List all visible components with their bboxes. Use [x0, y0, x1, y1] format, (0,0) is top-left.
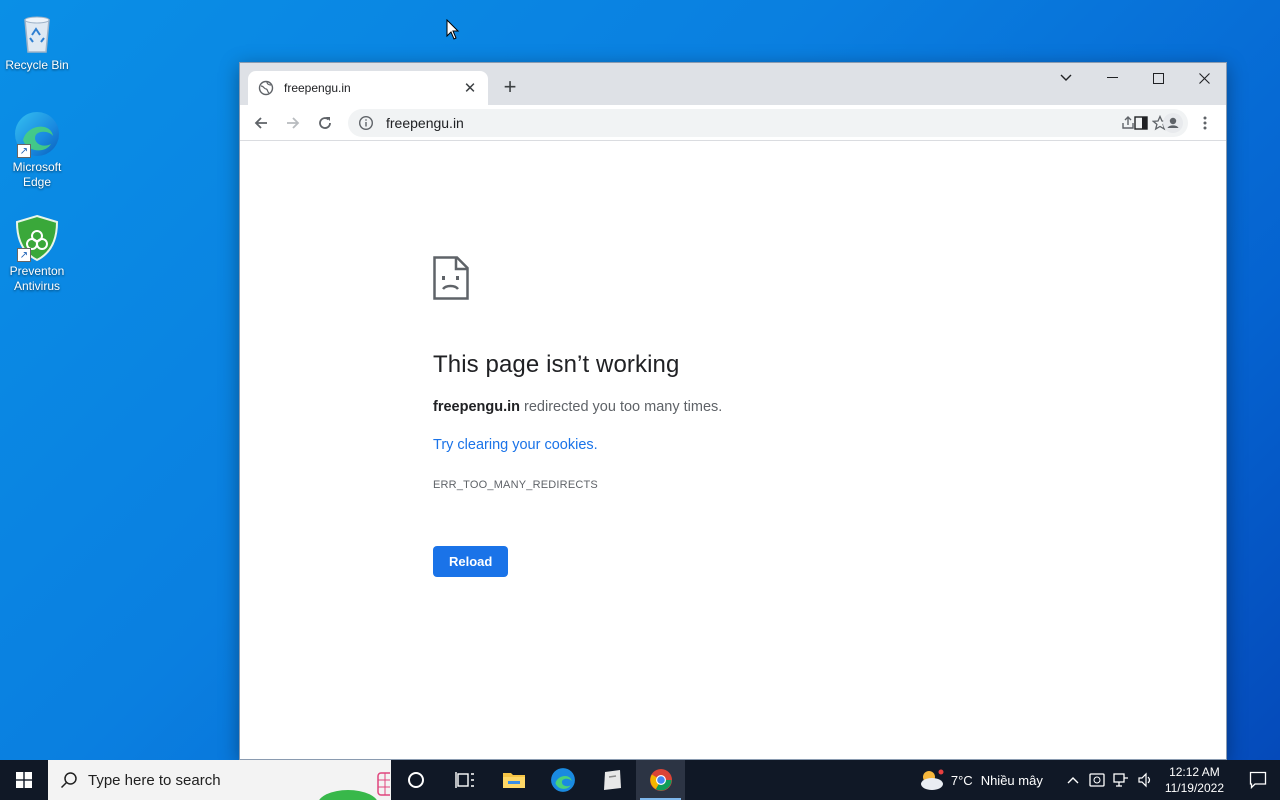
- desktop-icon-label: Preventon Antivirus: [9, 264, 65, 293]
- windows-logo-icon: [16, 772, 32, 788]
- notification-icon: [1249, 771, 1267, 789]
- taskbar-store[interactable]: [587, 760, 636, 800]
- new-tab-button[interactable]: +: [498, 76, 522, 98]
- taskbar-file-explorer[interactable]: [489, 760, 538, 800]
- page-content: This page isn’t working freepengu.in red…: [240, 141, 1226, 759]
- menu-button[interactable]: [1193, 111, 1217, 135]
- store-icon: [603, 770, 621, 790]
- cortana-icon: [407, 772, 424, 788]
- sad-page-icon: [433, 256, 469, 300]
- chevron-up-icon[interactable]: [1067, 776, 1079, 784]
- tab-strip: freepengu.in ✕ +: [240, 63, 1226, 105]
- back-button[interactable]: [249, 111, 273, 135]
- search-placeholder: Type here to search: [88, 771, 221, 789]
- weather-temp[interactable]: 7°C: [951, 773, 973, 788]
- search-highlight-illustration-icon: [319, 772, 390, 800]
- error-domain: freepengu.in: [433, 399, 521, 415]
- taskbar-cortana[interactable]: [391, 760, 440, 800]
- info-icon[interactable]: [358, 115, 374, 131]
- tab-title: freepengu.in: [284, 81, 351, 95]
- taskbar-edge[interactable]: [538, 760, 587, 800]
- taskbar-search-box[interactable]: Type here to search: [48, 760, 391, 800]
- desktop-icon-label: Microsoft Edge: [12, 160, 62, 189]
- network-icon[interactable]: [1113, 772, 1129, 788]
- close-window-button[interactable]: [1181, 63, 1227, 93]
- weather-condition[interactable]: Nhiều mây: [981, 773, 1043, 788]
- error-code: ERR_TOO_MANY_REDIRECTS: [433, 479, 598, 491]
- clock-date: 11/19/2022: [1164, 781, 1224, 795]
- edge-icon: [550, 768, 575, 792]
- maximize-button[interactable]: [1135, 63, 1181, 93]
- minimize-icon: [1106, 77, 1118, 78]
- clock-time: 12:12 AM: [1169, 765, 1220, 779]
- security-center-icon[interactable]: [1089, 772, 1105, 788]
- notification-center-button[interactable]: [1236, 760, 1280, 800]
- weather-cloud-icon[interactable]: [917, 769, 945, 791]
- shortcut-arrow-icon: ↗: [17, 144, 31, 158]
- browser-tab[interactable]: freepengu.in ✕: [248, 71, 488, 105]
- globe-icon: [258, 80, 274, 96]
- taskbar-task-view[interactable]: [440, 760, 489, 800]
- desktop-icon-microsoft-edge[interactable]: ↗ Microsoft Edge: [4, 110, 70, 190]
- more-vertical-icon: [1203, 116, 1207, 130]
- side-panel-button[interactable]: [1129, 111, 1153, 135]
- taskbar: Type here to search 7°C Nhiều mây 12:12 …: [0, 760, 1280, 800]
- preventon-shield-icon: ↗: [13, 214, 61, 262]
- error-message-text: redirected you too many times.: [520, 399, 723, 415]
- taskbar-chrome[interactable]: [636, 760, 685, 800]
- address-bar[interactable]: freepengu.in: [348, 109, 1188, 137]
- reload-button[interactable]: Reload: [433, 546, 509, 577]
- error-message: freepengu.in redirected you too many tim…: [433, 399, 953, 415]
- profile-button[interactable]: [1161, 111, 1185, 135]
- error-panel: This page isn’t working freepengu.in red…: [433, 256, 953, 577]
- desktop-icon-recycle-bin[interactable]: Recycle Bin: [4, 8, 70, 73]
- start-button[interactable]: [0, 760, 48, 800]
- browser-window: freepengu.in ✕ + freepengu.in This page …: [239, 62, 1227, 760]
- url-text[interactable]: freepengu.in: [386, 115, 464, 131]
- chrome-icon: [649, 769, 672, 791]
- volume-icon[interactable]: [1137, 772, 1153, 788]
- clear-cookies-link[interactable]: Try clearing your cookies.: [433, 437, 953, 453]
- refresh-icon: [319, 117, 331, 129]
- reload-toolbar-button[interactable]: [313, 111, 337, 135]
- search-icon: [60, 772, 77, 789]
- minimize-button[interactable]: [1089, 63, 1135, 93]
- chevron-down-icon: [1060, 74, 1072, 81]
- maximize-icon: [1152, 72, 1164, 84]
- avatar-icon: [1163, 113, 1183, 133]
- side-panel-icon: [1134, 116, 1148, 130]
- forward-button[interactable]: [281, 111, 305, 135]
- desktop-icon-label: Recycle Bin: [5, 58, 69, 72]
- close-icon: [1198, 72, 1210, 84]
- tab-search-button[interactable]: [1043, 63, 1089, 93]
- clock[interactable]: 12:12 AM 11/19/2022: [1165, 764, 1224, 796]
- error-title: This page isn’t working: [433, 351, 680, 378]
- tab-close-icon[interactable]: ✕: [462, 79, 478, 97]
- edge-icon: ↗: [13, 110, 61, 158]
- arrow-left-icon: [254, 117, 267, 129]
- browser-toolbar: freepengu.in: [240, 105, 1226, 141]
- folder-icon: [502, 773, 525, 788]
- mouse-cursor-icon: [446, 19, 460, 40]
- recycle-bin-icon: [13, 8, 61, 56]
- system-tray: 7°C Nhiều mây 12:12 AM 11/19/2022: [917, 760, 1280, 800]
- desktop-icon-preventon-antivirus[interactable]: ↗ Preventon Antivirus: [4, 214, 70, 294]
- arrow-right-icon: [287, 117, 300, 129]
- task-view-icon: [454, 772, 474, 788]
- shortcut-arrow-icon: ↗: [17, 248, 31, 262]
